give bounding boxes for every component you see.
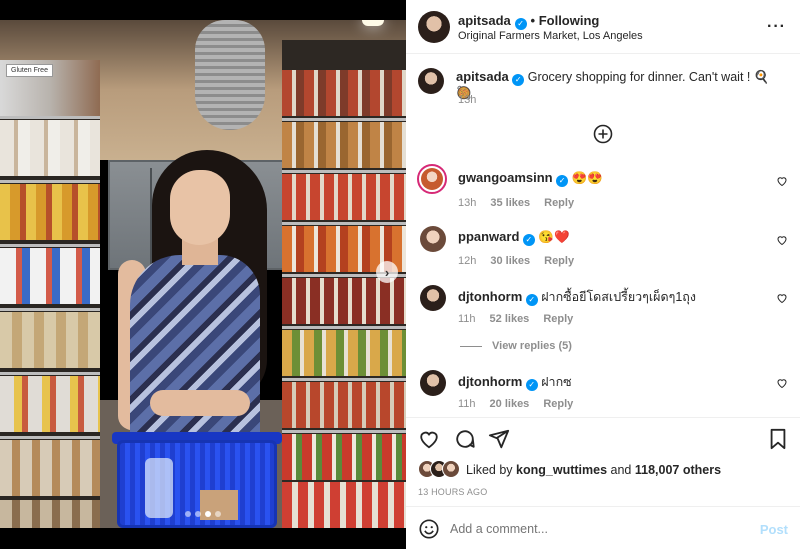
comment-like-heart-icon[interactable] xyxy=(776,175,788,187)
liked-by-user[interactable]: kong_wuttimes xyxy=(516,463,607,477)
like-heart-icon[interactable] xyxy=(418,428,440,450)
photo-frame: Gluten Free xyxy=(0,20,406,528)
post-photo: Gluten Free › xyxy=(0,0,406,549)
verified-badge-icon: ✓ xyxy=(525,294,538,306)
chevron-right-icon: › xyxy=(384,264,390,280)
comment-text: ฝากซื้อยีโดสเปรี้ยวๆเผ็ดๆ1ถุง xyxy=(541,290,696,304)
save-bookmark-icon[interactable] xyxy=(768,428,788,450)
reply-button[interactable]: Reply xyxy=(544,197,574,209)
commenter-avatar[interactable] xyxy=(420,285,446,311)
post-side-panel: apitsada ✓ • Following Original Farmers … xyxy=(406,0,800,549)
carousel-dots xyxy=(0,511,406,517)
liked-by-prefix: Liked by xyxy=(466,463,513,477)
liked-by-joiner: and xyxy=(610,463,632,477)
view-replies-button[interactable]: View replies (5) xyxy=(460,340,572,352)
comment-text: 😍😍 xyxy=(571,171,603,185)
comment-likes[interactable]: 30 likes xyxy=(490,255,530,267)
comment-input[interactable] xyxy=(450,517,750,541)
share-send-icon[interactable] xyxy=(488,428,510,450)
carousel-dot-active xyxy=(205,511,211,517)
next-photo-button[interactable]: › xyxy=(376,261,398,283)
photo-woman-forearm xyxy=(150,390,250,416)
emoji-smile-icon[interactable] xyxy=(418,518,440,540)
reply-button[interactable]: Reply xyxy=(544,255,574,267)
comment-text: ฝากซ xyxy=(541,375,572,389)
photo-bottle xyxy=(145,458,173,518)
divider xyxy=(406,506,800,507)
post-modal: Gluten Free › apitsada ✓ • Following Ori… xyxy=(0,0,800,549)
post-comment-button[interactable]: Post xyxy=(760,522,788,537)
photo-duct xyxy=(195,20,265,130)
caption: apitsada ✓ Grocery shopping for dinner. … xyxy=(456,69,786,101)
comment: djtonhorm ✓ ฝากซ xyxy=(458,372,572,392)
comment-likes[interactable]: 52 likes xyxy=(490,313,530,325)
photo-shelf-left: Gluten Free xyxy=(0,60,100,528)
comment-meta: 11h 20 likes Reply xyxy=(458,398,573,410)
verified-badge-icon: ✓ xyxy=(522,234,535,246)
verified-badge-icon: ✓ xyxy=(525,379,538,391)
caption-author-avatar[interactable] xyxy=(418,68,444,94)
photo-woman-face xyxy=(170,170,230,245)
reply-button[interactable]: Reply xyxy=(543,398,573,410)
comment-like-heart-icon[interactable] xyxy=(776,234,788,246)
liked-by-others[interactable]: 118,007 others xyxy=(635,463,721,477)
caption-author-username[interactable]: apitsada xyxy=(456,69,509,84)
commenter-avatar[interactable] xyxy=(420,226,446,252)
comment-likes[interactable]: 20 likes xyxy=(490,398,530,410)
comment-likes[interactable]: 35 likes xyxy=(490,197,530,209)
carousel-dot xyxy=(195,511,201,517)
carousel-dot xyxy=(185,511,191,517)
plus-circle-icon xyxy=(593,124,613,144)
load-more-comments-button[interactable] xyxy=(593,124,613,144)
comments-area[interactable]: apitsada ✓ Grocery shopping for dinner. … xyxy=(406,54,800,416)
following-button[interactable]: Following xyxy=(539,13,600,28)
liker-avatar xyxy=(442,460,460,478)
commenter-username[interactable]: ppanward xyxy=(458,229,519,244)
liked-by-avatars[interactable] xyxy=(418,460,462,480)
comment: djtonhorm ✓ ฝากซื้อยีโดสเปรี้ยวๆเผ็ดๆ1ถุ… xyxy=(458,287,696,307)
comment-meta: 13h 35 likes Reply xyxy=(458,197,574,209)
photo-woman-dress xyxy=(130,255,260,455)
commenter-username[interactable]: djtonhorm xyxy=(458,289,522,304)
comment-like-heart-icon[interactable] xyxy=(776,377,788,389)
comment-text: 😘❤️ xyxy=(538,230,570,244)
dot-separator: • xyxy=(530,13,539,28)
author-username[interactable]: apitsada xyxy=(458,13,511,28)
comment-time: 11h xyxy=(458,398,476,410)
replies-line xyxy=(460,345,482,347)
photo-shelf-right xyxy=(282,40,406,528)
comment-bubble-icon[interactable] xyxy=(454,428,476,450)
verified-badge-icon: ✓ xyxy=(556,175,569,187)
liked-by-text: Liked by kong_wuttimes and 118,007 other… xyxy=(466,463,721,477)
post-timestamp[interactable]: 13 HOURS AGO xyxy=(418,487,487,497)
caption-time: 13h xyxy=(458,94,477,106)
more-options-icon[interactable]: ··· xyxy=(767,18,786,36)
comment-meta: 12h 30 likes Reply xyxy=(458,255,574,267)
commenter-username[interactable]: gwangoamsinn xyxy=(458,170,553,185)
commenter-username[interactable]: djtonhorm xyxy=(458,374,522,389)
comment-meta: 11h 52 likes Reply xyxy=(458,313,573,325)
verified-badge-icon: ✓ xyxy=(514,18,527,30)
comment: gwangoamsinn ✓ 😍😍 xyxy=(458,170,603,187)
comment-like-heart-icon[interactable] xyxy=(776,292,788,304)
divider xyxy=(406,417,800,418)
verified-badge-icon: ✓ xyxy=(512,74,525,86)
carousel-dot xyxy=(215,511,221,517)
comment-time: 13h xyxy=(458,197,477,209)
commenter-avatar[interactable] xyxy=(420,370,446,396)
gluten-free-sign: Gluten Free xyxy=(6,64,53,77)
photo-light xyxy=(362,20,384,26)
commenter-avatar[interactable] xyxy=(417,164,447,194)
reply-button[interactable]: Reply xyxy=(543,313,573,325)
comment-time: 11h xyxy=(458,313,476,325)
post-location[interactable]: Original Farmers Market, Los Angeles xyxy=(458,30,643,42)
author-avatar[interactable] xyxy=(418,11,450,43)
view-replies-label: View replies (5) xyxy=(492,340,572,352)
comment: ppanward ✓ 😘❤️ xyxy=(458,229,570,246)
post-header: apitsada ✓ • Following Original Farmers … xyxy=(406,0,800,54)
author-line: apitsada ✓ • Following xyxy=(458,12,599,30)
comment-time: 12h xyxy=(458,255,477,267)
